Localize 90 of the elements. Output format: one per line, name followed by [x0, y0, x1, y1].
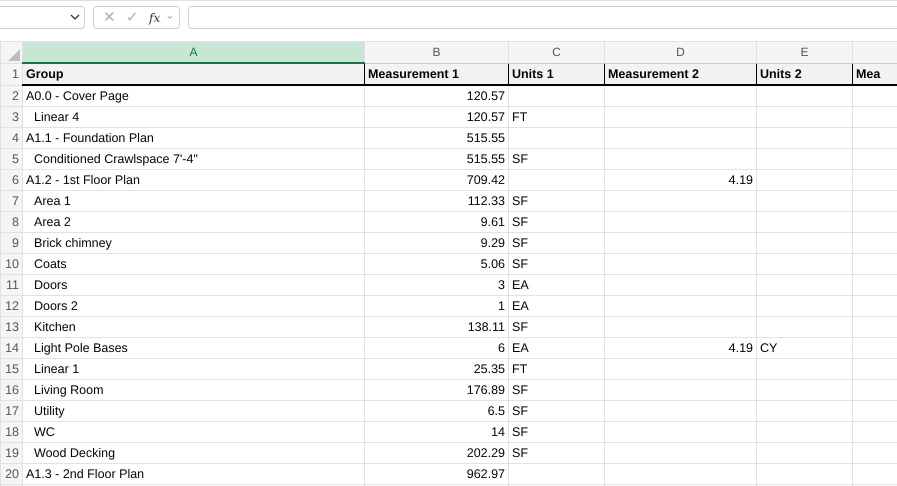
table-cell: A1.1 - Foundation Plan: [22, 128, 364, 148]
table-cell: SF: [508, 380, 604, 400]
row-header[interactable]: 10: [0, 254, 22, 274]
header-cell: Measurement 2: [604, 63, 756, 85]
table-cell: CY: [756, 338, 852, 358]
table-cell: Doors 2: [22, 296, 364, 316]
column-header[interactable]: D: [604, 42, 756, 63]
table-cell: FT: [508, 106, 604, 128]
row-header[interactable]: 4: [0, 128, 22, 148]
table-cell: SF: [508, 442, 604, 464]
table-cell: 6.5: [364, 400, 508, 422]
row-header[interactable]: 5: [0, 148, 22, 170]
table-cell: 9.61: [364, 212, 508, 232]
table-cell: SF: [508, 148, 604, 170]
table-cell: SF: [508, 400, 604, 422]
table-cell: FT: [508, 358, 604, 380]
row-header[interactable]: 13: [0, 316, 22, 338]
table-cell: 709.42: [364, 170, 508, 190]
row-header[interactable]: 1: [0, 63, 22, 85]
row-header[interactable]: 12: [0, 296, 22, 316]
formula-field[interactable]: [188, 6, 897, 29]
chevron-icon[interactable]: [70, 14, 80, 21]
table-cell: 120.57: [364, 85, 508, 106]
table-cell: SF: [508, 254, 604, 274]
column-header[interactable]: A: [22, 42, 364, 63]
header-cell: Measurement 1: [364, 63, 508, 85]
table-cell: A1.3 - 2nd Floor Plan: [22, 464, 364, 484]
table-cell: Area 2: [22, 212, 364, 232]
table-cell: Brick chimney: [22, 232, 364, 254]
table-cell: EA: [508, 338, 604, 358]
table-cell: Utility: [22, 400, 364, 422]
table-cell: 962.97: [364, 464, 508, 484]
table-cell: Area 1: [22, 190, 364, 212]
table-cell: 25.35: [364, 358, 508, 380]
table-cell: 120.57: [364, 106, 508, 128]
table-cell: 176.89: [364, 380, 508, 400]
table-cell: Conditioned Crawlspace 7'-4": [22, 148, 364, 170]
row-header[interactable]: 20: [0, 464, 22, 484]
row-header[interactable]: 9: [0, 232, 22, 254]
table-cell: WC: [22, 422, 364, 442]
table-cell: Kitchen: [22, 316, 364, 338]
row-header[interactable]: 3: [0, 106, 22, 128]
row-header[interactable]: 19: [0, 442, 22, 464]
row-header[interactable]: 6: [0, 170, 22, 190]
table-cell: 9.29: [364, 232, 508, 254]
select-all-icon[interactable]: [8, 48, 20, 60]
table-cell: Linear 1: [22, 358, 364, 380]
table-cell: 3: [364, 274, 508, 296]
table-cell: SF: [508, 212, 604, 232]
table-cell: EA: [508, 274, 604, 296]
table-cell: 138.11: [364, 316, 508, 338]
row-header[interactable]: 14: [0, 338, 22, 358]
row-header[interactable]: 18: [0, 422, 22, 442]
table-cell: SF: [508, 316, 604, 338]
header-cell: Units 2: [756, 63, 852, 85]
table-cell: 515.55: [364, 128, 508, 148]
table-cell: 5.06: [364, 254, 508, 274]
table-cell: 515.55: [364, 148, 508, 170]
header-cell: Units 1: [508, 63, 604, 85]
table-cell: SF: [508, 422, 604, 442]
table-cell: 4.19: [604, 170, 756, 190]
table-cell: Living Room: [22, 380, 364, 400]
table-cell: Wood Decking: [22, 442, 364, 464]
table-cell: A1.2 - 1st Floor Plan: [22, 170, 364, 190]
row-header[interactable]: 7: [0, 190, 22, 212]
table-cell: 1: [364, 296, 508, 316]
column-header[interactable]: E: [756, 42, 852, 63]
table-cell: 14: [364, 422, 508, 442]
table-cell: 202.29: [364, 442, 508, 464]
header-cell: Mea: [852, 63, 897, 85]
table-cell: 4.19: [604, 338, 756, 358]
column-header[interactable]: B: [364, 42, 508, 63]
table-cell: SF: [508, 190, 604, 212]
table-cell: Linear 4: [22, 106, 364, 128]
table-cell: SF: [508, 232, 604, 254]
row-header[interactable]: 2: [0, 85, 22, 106]
table-cell: EA: [508, 296, 604, 316]
row-header[interactable]: 16: [0, 380, 22, 400]
table-cell: A0.0 - Cover Page: [22, 85, 364, 106]
table-cell: Coats: [22, 254, 364, 274]
table-cell: Doors: [22, 274, 364, 296]
row-header[interactable]: 8: [0, 212, 22, 232]
table-cell: 112.33: [364, 190, 508, 212]
table-cell: 6: [364, 338, 508, 358]
row-header[interactable]: 15: [0, 358, 22, 380]
column-header[interactable]: C: [508, 42, 604, 63]
table-cell: Light Pole Bases: [22, 338, 364, 358]
row-header[interactable]: 17: [0, 400, 22, 422]
row-header[interactable]: 11: [0, 274, 22, 296]
header-cell: Group: [22, 63, 364, 85]
